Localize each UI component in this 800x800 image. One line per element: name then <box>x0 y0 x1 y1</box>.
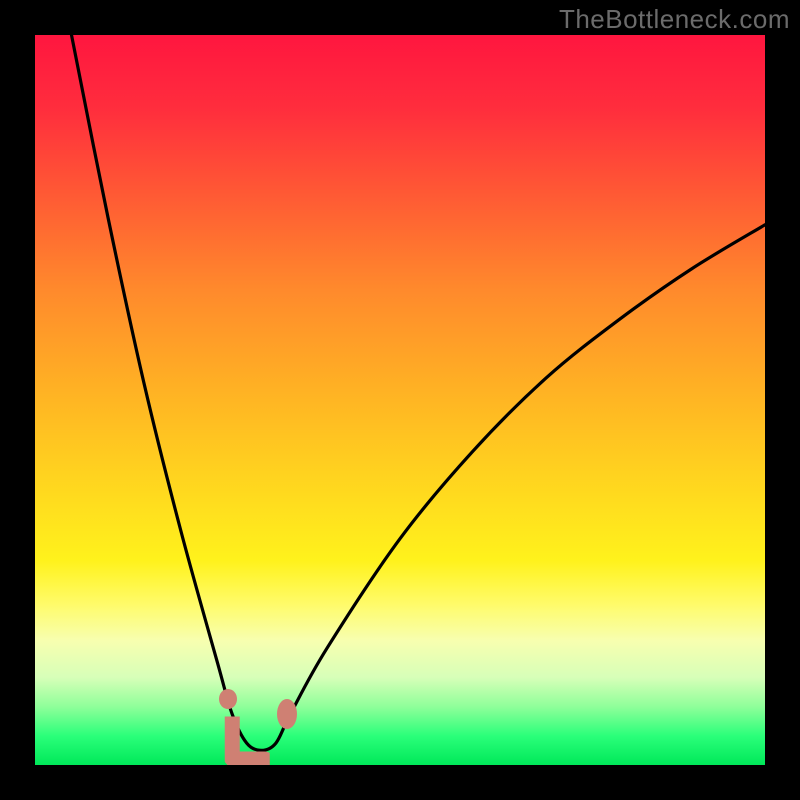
bottleneck-curve <box>72 35 766 750</box>
curve-layer <box>35 35 765 765</box>
watermark-text: TheBottleneck.com <box>559 4 790 35</box>
chart-frame: TheBottleneck.com <box>0 0 800 800</box>
plot-area <box>35 35 765 765</box>
